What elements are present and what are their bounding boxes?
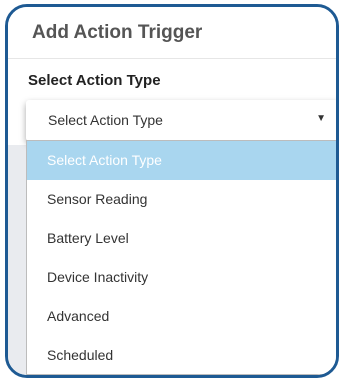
dialog-frame: Add Action Trigger Select Action Type Se…: [5, 4, 339, 378]
dialog-title: Add Action Trigger: [32, 22, 203, 43]
option-device-inactivity[interactable]: Device Inactivity: [27, 258, 336, 297]
action-type-label: Select Action Type: [28, 72, 161, 89]
option-battery-level[interactable]: Battery Level: [27, 219, 336, 258]
action-type-select[interactable]: Select Action Type ▼: [26, 100, 336, 141]
action-type-dropdown: Select Action Type Sensor Reading Batter…: [26, 140, 336, 375]
option-select-action-type[interactable]: Select Action Type: [27, 141, 336, 180]
dialog-header: Add Action Trigger: [8, 7, 336, 59]
select-current-value: Select Action Type: [48, 112, 163, 128]
option-sensor-reading[interactable]: Sensor Reading: [27, 180, 336, 219]
option-scheduled[interactable]: Scheduled: [27, 336, 336, 375]
caret-down-icon: ▼: [316, 113, 326, 124]
option-advanced[interactable]: Advanced: [27, 297, 336, 336]
